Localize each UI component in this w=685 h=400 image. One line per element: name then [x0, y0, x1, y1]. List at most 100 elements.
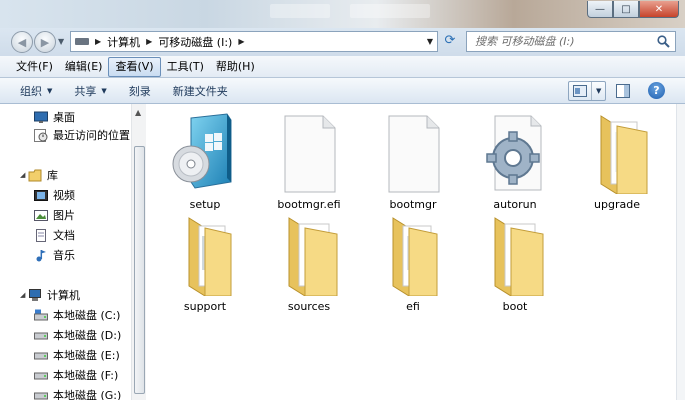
nav-item-desktop[interactable]: 桌面: [34, 108, 75, 126]
help-button[interactable]: ?: [648, 82, 665, 99]
breadcrumb-removable-disk[interactable]: 可移动磁盘 (I:): [158, 34, 232, 50]
nav-item-label: 本地磁盘 (D:): [53, 329, 122, 342]
change-view-button[interactable]: ▼: [568, 81, 606, 101]
search-icon[interactable]: [657, 35, 670, 48]
forward-button[interactable]: ▶: [34, 31, 56, 53]
hard-drive-icon: [34, 332, 48, 339]
folder-item-upgrade[interactable]: upgrade: [567, 112, 667, 211]
folder-name: boot: [502, 300, 528, 313]
refresh-icon: ⟳: [444, 33, 456, 48]
breadcrumb-computer[interactable]: 计算机: [107, 34, 140, 50]
nav-item-videos[interactable]: 视频: [34, 186, 75, 204]
minimize-button[interactable]: —: [587, 1, 613, 18]
collapse-icon[interactable]: ◢: [20, 171, 25, 179]
address-bar[interactable]: ▶ 计算机 ▶ 可移动磁盘 (I:) ▶ ▼: [70, 31, 438, 52]
share-label: 共享: [74, 84, 97, 98]
new-folder-button[interactable]: 新建文件夹: [173, 83, 228, 99]
folder-name: sources: [287, 300, 331, 313]
navigation-pane: 桌面 最近访问的位置 ◢ 库 视频 图片 文档 音乐 ◢ 计算机 本地磁盘 (C…: [0, 104, 146, 400]
hard-drive-icon: [34, 372, 48, 379]
nav-item-recent[interactable]: 最近访问的位置: [34, 126, 130, 144]
chevron-down-icon[interactable]: ▼: [596, 87, 601, 95]
close-button[interactable]: ✕: [639, 1, 679, 18]
nav-item-documents[interactable]: 文档: [34, 226, 75, 244]
nav-item-computer[interactable]: 计算机: [28, 286, 80, 304]
folder-icon: [494, 217, 544, 297]
content-scroll-edge: [676, 104, 685, 400]
file-item-bootmgr-efi[interactable]: bootmgr.efi: [259, 112, 359, 211]
blank-file-icon: [284, 115, 336, 193]
nav-item-label: 本地磁盘 (F:): [53, 369, 119, 382]
nav-item-label: 最近访问的位置: [53, 129, 130, 142]
menu-view[interactable]: 查看(V): [108, 56, 161, 77]
desktop-icon: [34, 111, 48, 123]
menu-tools[interactable]: 工具(T): [161, 58, 210, 76]
refresh-button[interactable]: ⟳: [440, 33, 460, 51]
nav-item-label: 视频: [53, 189, 75, 202]
nav-item-label: 本地磁盘 (C:): [53, 309, 121, 322]
folder-name: efi: [406, 300, 420, 313]
folder-icon: [188, 217, 232, 297]
chevron-right-icon[interactable]: ▶: [95, 37, 101, 46]
scrollbar-thumb[interactable]: [134, 146, 145, 394]
chevron-down-icon: ▼: [101, 86, 107, 95]
nav-item-library[interactable]: 库: [28, 166, 58, 184]
folder-name: upgrade: [594, 198, 640, 211]
recent-pages-dropdown[interactable]: ▼: [58, 37, 64, 46]
maximize-button[interactable]: □: [613, 1, 639, 18]
menu-bar: 文件(F) 编辑(E) 查看(V) 工具(T) 帮助(H): [0, 56, 685, 78]
folder-item-boot[interactable]: boot: [465, 214, 565, 313]
chevron-right-icon[interactable]: ▶: [238, 37, 244, 46]
nav-item-pictures[interactable]: 图片: [34, 206, 75, 224]
back-button[interactable]: ◀: [11, 31, 33, 53]
video-icon: [34, 189, 48, 201]
folder-icon: [392, 217, 438, 297]
music-icon: [36, 249, 46, 261]
file-item-setup[interactable]: setup: [155, 112, 255, 211]
file-item-bootmgr[interactable]: bootmgr: [363, 112, 463, 211]
folder-item-sources[interactable]: sources: [259, 214, 359, 313]
file-name: autorun: [493, 198, 537, 211]
hard-drive-icon: [34, 392, 48, 399]
nav-item-label: 库: [47, 169, 58, 182]
collapse-icon[interactable]: ◢: [20, 291, 25, 299]
setup-disc-icon: [172, 113, 232, 189]
glass-decoration: [270, 4, 330, 18]
nav-item-music[interactable]: 音乐: [34, 246, 75, 264]
address-history-dropdown[interactable]: ▼: [427, 37, 433, 46]
document-icon: [36, 228, 46, 242]
menu-file[interactable]: 文件(F): [10, 58, 59, 76]
title-bar: — □ ✕: [0, 0, 685, 28]
nav-item-drive-d[interactable]: 本地磁盘 (D:): [34, 326, 121, 344]
burn-button[interactable]: 刻录: [129, 83, 151, 99]
menu-edit[interactable]: 编辑(E): [59, 58, 109, 76]
burn-label: 刻录: [128, 84, 151, 98]
new-folder-label: 新建文件夹: [172, 84, 228, 98]
organize-button[interactable]: 组织 ▼: [20, 83, 52, 99]
search-box[interactable]: [466, 31, 676, 52]
search-input[interactable]: [475, 35, 650, 48]
nav-item-drive-f[interactable]: 本地磁盘 (F:): [34, 366, 118, 384]
nav-item-drive-e[interactable]: 本地磁盘 (E:): [34, 346, 120, 364]
nav-item-label: 文档: [53, 229, 75, 242]
nav-item-drive-c[interactable]: 本地磁盘 (C:): [34, 306, 120, 324]
file-name: bootmgr: [389, 198, 437, 211]
back-arrow-icon: ◀: [17, 35, 27, 49]
forward-arrow-icon: ▶: [40, 35, 50, 49]
nav-item-label: 音乐: [53, 249, 75, 262]
folder-item-support[interactable]: support: [155, 214, 255, 313]
navigation-scrollbar[interactable]: ▲: [131, 104, 146, 400]
preview-pane-icon[interactable]: [615, 83, 631, 99]
menu-help[interactable]: 帮助(H): [210, 58, 261, 76]
nav-item-label: 计算机: [47, 289, 80, 302]
folder-item-efi[interactable]: efi: [363, 214, 463, 313]
window-controls: — □ ✕: [587, 1, 679, 18]
scroll-up-arrow-icon[interactable]: ▲: [135, 108, 141, 117]
chevron-right-icon[interactable]: ▶: [146, 37, 152, 46]
nav-item-label: 本地磁盘 (G:): [53, 389, 122, 400]
file-item-autorun[interactable]: autorun: [465, 112, 565, 211]
organize-label: 组织: [20, 84, 42, 98]
share-button[interactable]: 共享 ▼: [74, 83, 106, 99]
folder-icon: [288, 217, 338, 297]
nav-item-drive-g[interactable]: 本地磁盘 (G:): [34, 386, 121, 400]
